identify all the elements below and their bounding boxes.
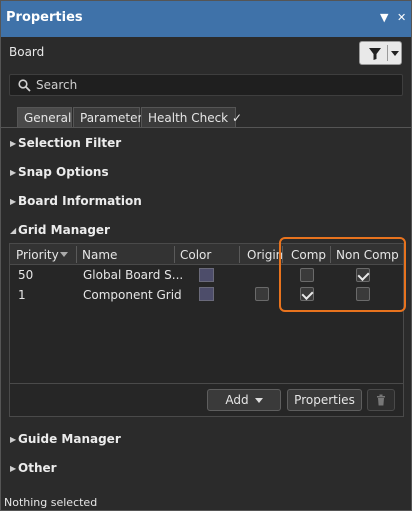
search-icon (18, 79, 31, 92)
column-header-color[interactable]: Color (180, 248, 211, 262)
column-header-origin[interactable]: Origin (247, 248, 283, 262)
grid-properties-button[interactable]: Properties (287, 389, 362, 411)
expand-arrow-icon: ▶ (10, 139, 17, 148)
column-header-priority[interactable]: Priority (16, 248, 59, 262)
section-other[interactable]: ▶ Other (10, 461, 57, 475)
filter-button-separator (387, 45, 388, 61)
column-separator[interactable] (239, 246, 240, 263)
section-label: Board Information (18, 194, 142, 208)
expand-arrow-icon: ▶ (10, 168, 17, 177)
expand-arrow-icon: ▶ (10, 435, 17, 444)
add-grid-button[interactable]: Add (207, 389, 281, 411)
tab-parameters[interactable]: Parameters (73, 107, 149, 128)
section-label: Snap Options (18, 165, 109, 179)
color-swatch[interactable] (199, 287, 214, 301)
close-icon[interactable]: ✕ (397, 11, 406, 24)
column-separator[interactable] (174, 246, 175, 263)
chevron-down-icon (254, 398, 263, 403)
table-footer-divider (10, 383, 403, 384)
status-text: Nothing selected (4, 496, 98, 509)
section-grid-manager[interactable]: ◢ Grid Manager (10, 223, 110, 237)
cell-name: Global Board S... (83, 268, 184, 282)
cell-priority: 50 (18, 268, 34, 282)
section-label: Guide Manager (18, 432, 121, 446)
section-board-information[interactable]: ▶ Board Information (10, 194, 142, 208)
collapse-arrow-icon: ◢ (10, 226, 17, 235)
panel-title: Properties (6, 10, 83, 25)
color-swatch[interactable] (199, 268, 214, 282)
comp-columns-highlight (279, 237, 406, 312)
column-separator[interactable] (76, 246, 77, 263)
section-label: Selection Filter (18, 136, 122, 150)
tab-divider (0, 127, 412, 128)
expand-arrow-icon: ▶ (10, 197, 17, 206)
column-header-name[interactable]: Name (82, 248, 117, 262)
search-input[interactable] (36, 77, 396, 93)
trash-icon (377, 394, 385, 406)
chevron-down-icon[interactable] (391, 51, 399, 56)
funnel-icon (369, 48, 381, 60)
delete-grid-button[interactable] (367, 389, 395, 411)
tab-general[interactable]: General (17, 107, 72, 128)
tab-health-check[interactable]: Health Check ✓ (141, 107, 242, 128)
section-guide-manager[interactable]: ▶ Guide Manager (10, 432, 121, 446)
section-selection-filter[interactable]: ▶ Selection Filter (10, 136, 121, 150)
object-type-label: Board (9, 45, 45, 59)
cell-priority: 1 (18, 288, 26, 302)
cell-name: Component Grid (83, 288, 182, 302)
panel-title-bar: Properties ▼ ✕ (0, 0, 412, 37)
panel-menu-dropdown-icon[interactable]: ▼ (380, 11, 388, 24)
expand-arrow-icon: ▶ (10, 464, 17, 473)
add-button-label: Add (225, 393, 249, 407)
search-box[interactable] (9, 74, 403, 96)
origin-checkbox[interactable] (255, 287, 269, 301)
sort-descending-icon[interactable] (60, 252, 68, 257)
section-label: Other (18, 461, 57, 475)
selection-filter-button[interactable] (359, 41, 402, 65)
section-snap-options[interactable]: ▶ Snap Options (10, 165, 109, 179)
section-label: Grid Manager (18, 223, 110, 237)
